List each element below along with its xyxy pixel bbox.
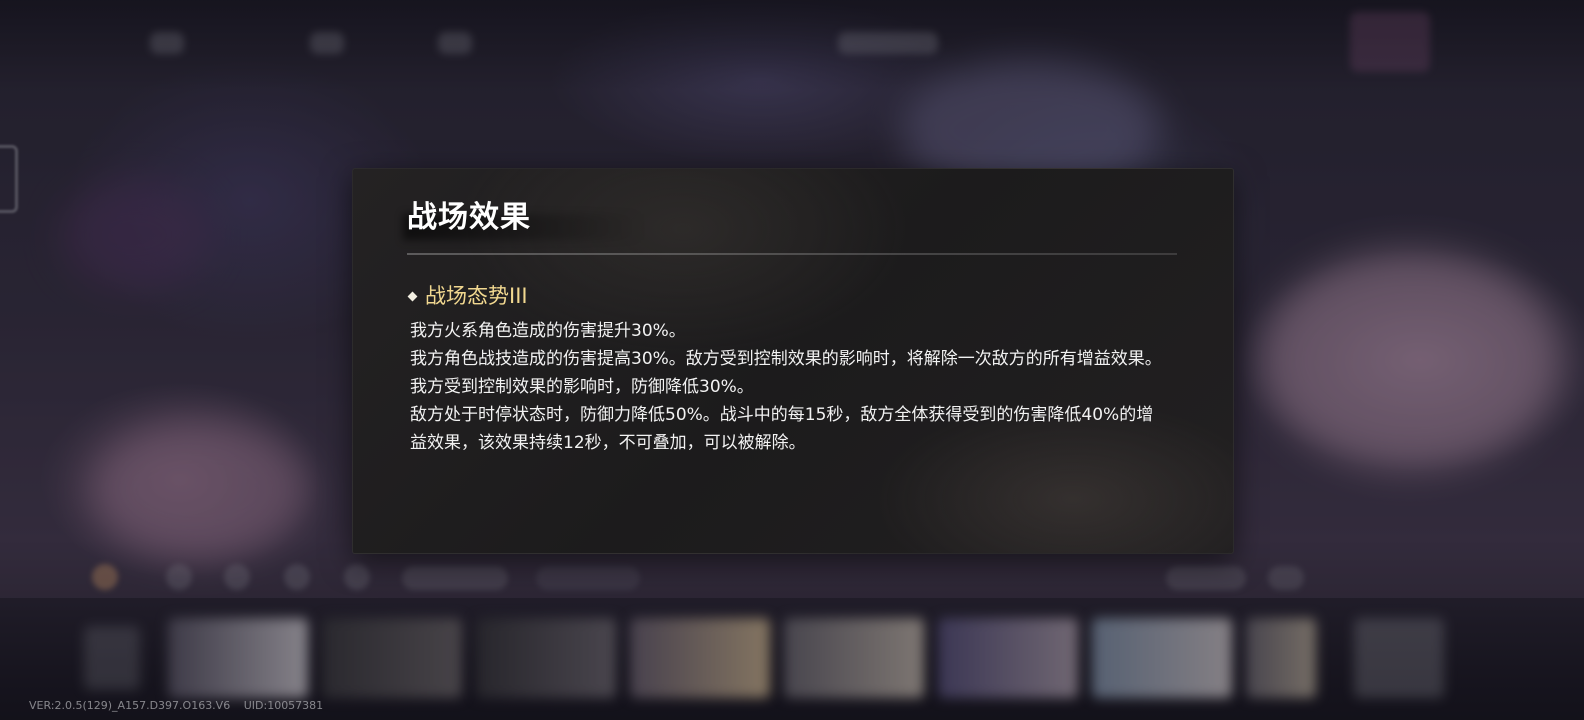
effect-name: 战场态势III [425,284,528,308]
effect-header: 战场态势III [407,282,528,310]
dialog-title: 战场效果 [407,200,531,235]
diamond-icon [407,291,418,302]
battlefield-effect-dialog: 战场效果 战场态势III 我方火系角色造成的伤害提升30%。 我方角色战技造成的… [352,168,1234,554]
title-divider [407,253,1177,255]
effect-line: 我方角色战技造成的伤害提高30%。敌方受到控制效果的影响时，将解除一次敌方的所有… [410,349,1162,397]
effect-line: 我方火系角色造成的伤害提升30%。 [410,321,686,341]
effect-description: 我方火系角色造成的伤害提升30%。 我方角色战技造成的伤害提高30%。敌方受到控… [410,317,1170,457]
effect-line: 敌方处于时停状态时，防御力降低50%。战斗中的每15秒，敌方全体获得受到的伤害降… [410,405,1154,453]
